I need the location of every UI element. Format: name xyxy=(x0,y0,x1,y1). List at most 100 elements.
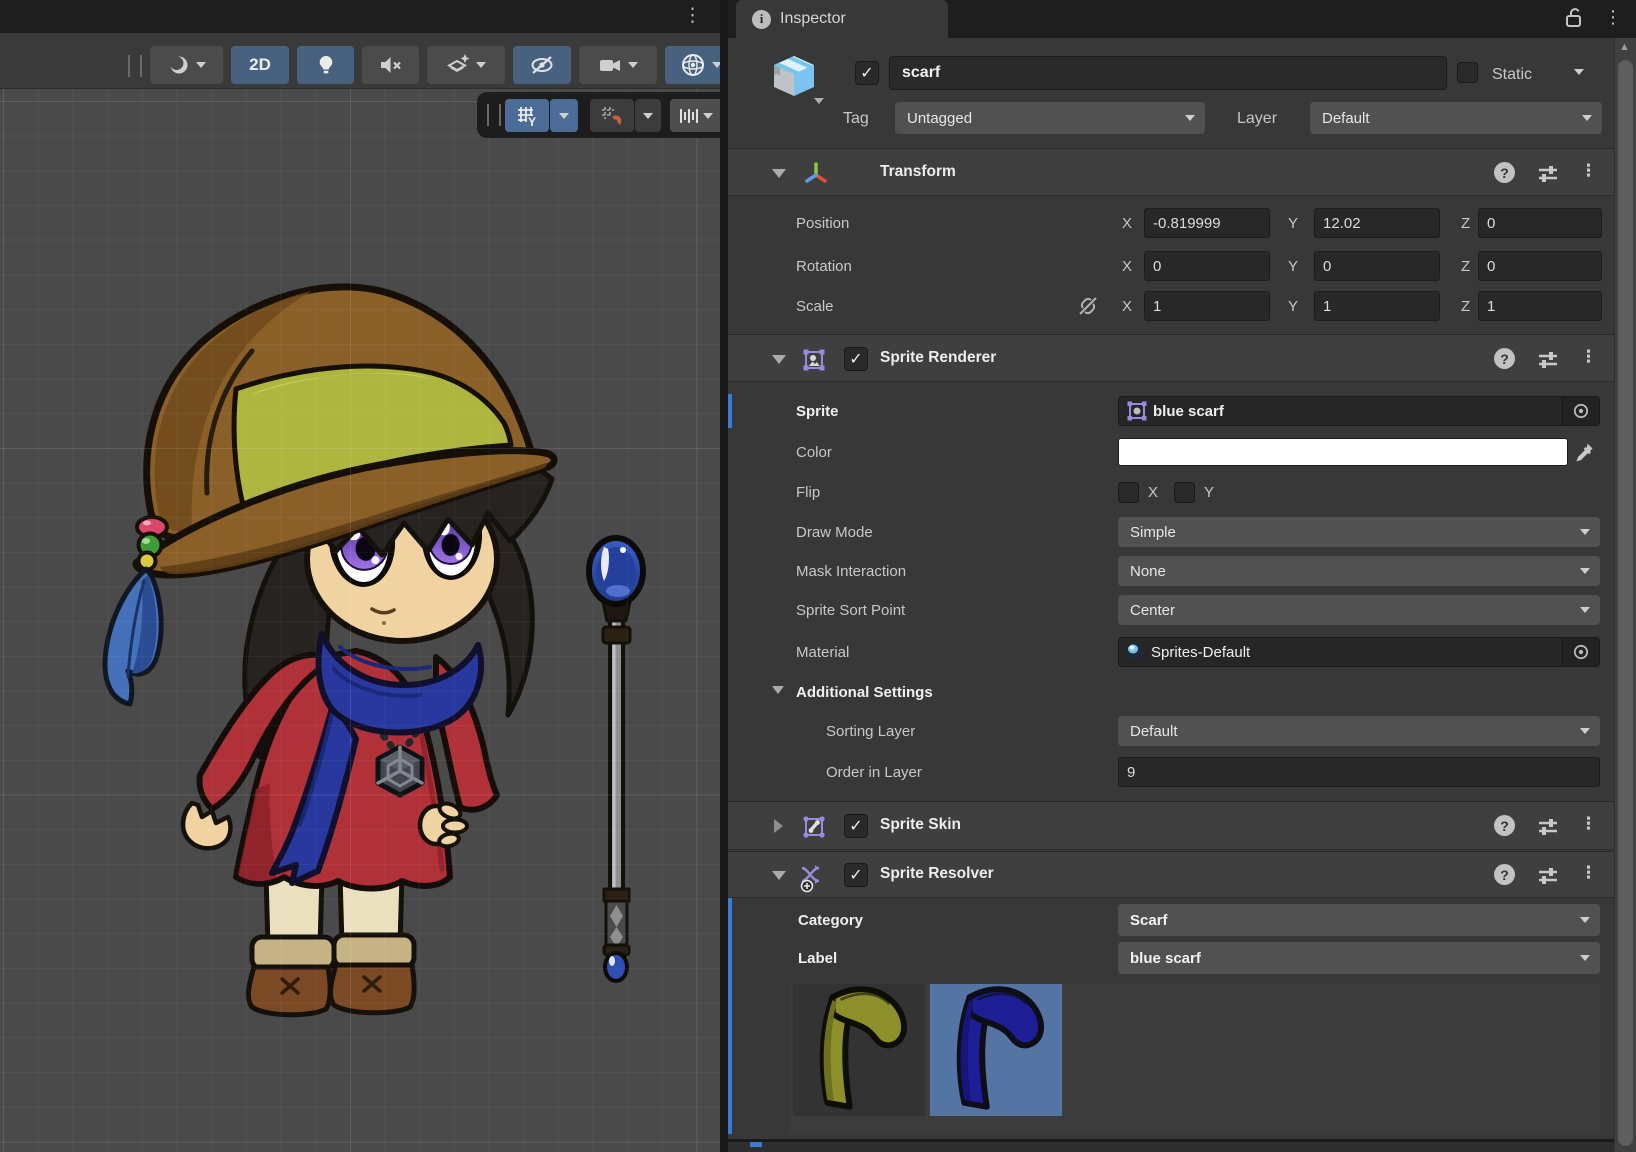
thumbnail-scarf-olive[interactable] xyxy=(793,984,925,1116)
flip-y-checkbox[interactable]: ✓ xyxy=(1174,482,1195,503)
presets-icon[interactable] xyxy=(1536,815,1560,839)
staff-sprite[interactable] xyxy=(589,538,643,981)
presets-icon[interactable] xyxy=(1536,348,1560,372)
foldout-open-icon[interactable] xyxy=(772,686,784,694)
gameobject-active-checkbox[interactable]: ✓ xyxy=(855,61,879,85)
sprite-resolver-enabled-checkbox[interactable]: ✓ xyxy=(844,863,868,887)
material-object-field[interactable]: Sprites-Default xyxy=(1118,637,1600,667)
gameobject-name-field[interactable]: scarf xyxy=(889,56,1447,90)
thumbnail-scarf-blue-selected[interactable] xyxy=(930,984,1062,1116)
chevron-down-icon xyxy=(1185,115,1195,121)
rotation-x-field[interactable]: 0 xyxy=(1144,251,1270,281)
scale-y-field[interactable]: 1 xyxy=(1314,291,1440,321)
inspector-scrollbar[interactable]: ▲ xyxy=(1614,38,1636,1152)
flip-x-label: X xyxy=(1148,484,1158,501)
axis-z-label: Z xyxy=(1461,215,1470,232)
static-dropdown-icon[interactable] xyxy=(1574,69,1584,75)
scene-canvas[interactable] xyxy=(0,89,720,1152)
draw-mode-dropdown[interactable]: Simple xyxy=(1118,517,1600,547)
foldout-open-icon[interactable] xyxy=(772,169,786,178)
scroll-up-arrow[interactable]: ▲ xyxy=(1619,41,1630,53)
snap-increment-button[interactable] xyxy=(670,99,720,132)
scene-view[interactable]: ⋮ 2D xyxy=(0,0,720,1152)
presets-icon[interactable] xyxy=(1536,162,1560,186)
rotation-y-field[interactable]: 0 xyxy=(1314,251,1440,281)
inspector-kebab-icon[interactable]: ⋮ xyxy=(1604,7,1622,28)
next-component-strip xyxy=(728,1139,1614,1152)
tag-dropdown[interactable]: Untagged xyxy=(895,102,1205,134)
layer-dropdown[interactable]: Default xyxy=(1310,102,1602,134)
eyedropper-icon[interactable] xyxy=(1573,441,1595,463)
lock-open-icon[interactable] xyxy=(1564,6,1584,30)
rotation-z-field[interactable]: 0 xyxy=(1478,251,1602,281)
scale-x-field[interactable]: 1 xyxy=(1144,291,1270,321)
object-picker-button[interactable] xyxy=(1562,638,1599,666)
layer-value: Default xyxy=(1322,110,1370,127)
foldout-open-icon[interactable] xyxy=(772,355,786,364)
mask-interaction-dropdown[interactable]: None xyxy=(1118,556,1600,586)
2d-mode-button[interactable]: 2D xyxy=(231,46,289,84)
gizmos-button[interactable] xyxy=(665,46,720,84)
scene-menu-kebab-icon[interactable]: ⋮ xyxy=(683,4,702,27)
mask-interaction-row: Mask Interaction None xyxy=(728,556,1614,586)
scrollbar-thumb[interactable] xyxy=(1618,60,1633,1146)
foldout-closed-icon[interactable] xyxy=(774,819,783,833)
category-dropdown[interactable]: Scarf xyxy=(1118,904,1600,936)
position-y-field[interactable]: 12.02 xyxy=(1314,208,1440,238)
presets-icon[interactable] xyxy=(1536,864,1560,888)
help-icon[interactable]: ? xyxy=(1494,348,1515,369)
character-sprite[interactable] xyxy=(105,287,554,1015)
order-in-layer-field[interactable]: 9 xyxy=(1118,757,1600,787)
gameobject-expander[interactable] xyxy=(814,98,824,104)
scale-z-field[interactable]: 1 xyxy=(1478,291,1602,321)
sprite-skin-enabled-checkbox[interactable]: ✓ xyxy=(844,814,868,838)
panel-divider[interactable] xyxy=(720,0,728,1152)
scene-camera-button[interactable] xyxy=(579,46,657,84)
position-x-field[interactable]: -0.819999 xyxy=(1144,208,1270,238)
kebab-icon[interactable]: ⋮ xyxy=(1580,814,1597,834)
position-z-field[interactable]: 0 xyxy=(1478,208,1602,238)
object-picker-button[interactable] xyxy=(1562,397,1599,425)
scene-tab-strip: ⋮ xyxy=(0,0,720,33)
kebab-icon[interactable]: ⋮ xyxy=(1580,161,1597,181)
sprite-resolver-header[interactable]: ✓ Sprite Resolver ? ⋮ xyxy=(728,851,1614,898)
label-dropdown[interactable]: blue scarf xyxy=(1118,942,1600,974)
help-icon[interactable]: ? xyxy=(1494,864,1515,885)
help-icon[interactable]: ? xyxy=(1494,815,1515,836)
scene-viewport[interactable]: Y xyxy=(0,89,720,1152)
material-row: Material Sprites-Default xyxy=(728,637,1614,667)
sprite-object-field[interactable]: blue scarf xyxy=(1118,396,1600,426)
scene-visibility-button[interactable] xyxy=(513,46,571,84)
camera-icon xyxy=(598,54,624,76)
snap-grid-button[interactable] xyxy=(590,99,634,132)
grid-visibility-button[interactable]: Y xyxy=(505,99,549,132)
static-checkbox[interactable]: ✓ xyxy=(1457,62,1478,83)
color-swatch[interactable] xyxy=(1118,438,1568,466)
snap-grid-dropdown[interactable] xyxy=(635,99,661,132)
link-broken-icon[interactable] xyxy=(1076,295,1100,317)
flip-x-checkbox[interactable]: ✓ xyxy=(1118,482,1139,503)
kebab-icon[interactable]: ⋮ xyxy=(1580,863,1597,883)
sorting-layer-label: Sorting Layer xyxy=(826,723,915,740)
grid-visibility-dropdown[interactable] xyxy=(550,99,578,132)
scene-lighting-button[interactable] xyxy=(297,46,354,84)
toolbar-drag-handle[interactable] xyxy=(128,55,142,77)
sprite-renderer-header[interactable]: ✓ Sprite Renderer ? ⋮ xyxy=(728,334,1614,382)
kebab-icon[interactable]: ⋮ xyxy=(1580,347,1597,367)
additional-settings-row[interactable]: Additional Settings xyxy=(728,679,1614,705)
order-in-layer-label: Order in Layer xyxy=(826,764,922,781)
transform-header[interactable]: Transform ? ⋮ xyxy=(728,148,1614,196)
scene-effects-button[interactable] xyxy=(427,46,505,84)
sprite-renderer-enabled-checkbox[interactable]: ✓ xyxy=(844,347,868,371)
draw-mode-button[interactable] xyxy=(150,46,223,84)
help-icon[interactable]: ? xyxy=(1494,162,1515,183)
category-label: Category xyxy=(798,912,863,929)
sorting-layer-dropdown[interactable]: Default xyxy=(1118,716,1600,746)
axis-x-label: X xyxy=(1122,215,1132,232)
overlay-drag-handle[interactable] xyxy=(487,104,501,126)
scene-audio-button[interactable] xyxy=(362,46,419,84)
foldout-open-icon[interactable] xyxy=(772,871,786,880)
sprite-skin-header[interactable]: ✓ Sprite Skin ? ⋮ xyxy=(728,801,1614,850)
sort-point-dropdown[interactable]: Center xyxy=(1118,595,1600,625)
tab-inspector[interactable]: i Inspector xyxy=(736,0,948,38)
